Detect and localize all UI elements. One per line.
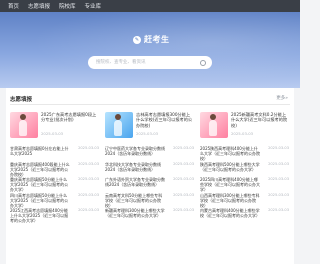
list-item[interactable]: 内蒙古高考理科400分能上哪些学校（近三年可以报考的公办大学） 2025-03-0… (200, 208, 289, 224)
item-title[interactable]: 2025陕西高考理科400分能上什么大学（近三年可以报考的公办院校） (200, 146, 260, 161)
item-title[interactable]: 四川高考志愿填报50分能上什么大学2025（近三年可以报考的公办大学） (10, 193, 70, 208)
item-date: 2025-03-03 (78, 208, 99, 212)
list-item[interactable]: 华北科技大学各专业录取分数线2024（含历年录取分数线） 2025-03-03 (105, 162, 194, 178)
item-title[interactable]: 新疆高考理科300分能上哪些大学（近三年可以报考的公办大学） (105, 208, 165, 218)
main-nav: 首页 志愿填报 院校库 专业库 (8, 0, 101, 12)
section-divider (10, 104, 290, 105)
item-title[interactable]: 云南高考文科50分能上哪些专科学校（近三年可以报考的公办院校） (105, 193, 165, 208)
item-title[interactable]: 内蒙古高考理科400分能上哪些学校（近三年可以报考的公办大学） (200, 208, 260, 218)
more-link[interactable]: 更多» (276, 95, 288, 101)
list-item[interactable]: 2025江西高考志愿填报400分能上什么大学2025（近三年可以报考的公办大学）… (10, 208, 99, 224)
item-title[interactable]: 重庆高考志愿填报50分能上什么大学2025（近三年可以报考的公办大学） (10, 177, 70, 192)
list-item[interactable]: 广东外语外贸大学各专业录取分数线2024（含历年录取分数线） 2025-03-03 (105, 177, 194, 193)
featured-title[interactable]: 吉林高考志愿填报300分能上什么学校(近三年可以报考的公办院校) (136, 112, 194, 128)
article-column: 2025新疆高考文科0.2分能上什么大学(近三年可以报考的院校) 2025-03… (200, 112, 289, 218)
item-date: 2025-03-03 (78, 161, 99, 166)
item-date: 2025-03-03 (268, 146, 289, 150)
search-bar[interactable]: 搜院校、查专业、看资讯 (88, 56, 212, 69)
top-nav-bar: 首页 志愿填报 院校库 专业库 (0, 0, 300, 12)
item-title[interactable]: 2025江西高考志愿填报400分能上什么大学2025（近三年可以报考的公办大学） (10, 208, 70, 223)
site-name: 赶考生 (144, 35, 170, 44)
section-title: 志愿填报 (10, 97, 33, 103)
nav-item-colleges[interactable]: 院校库 (59, 2, 76, 10)
item-date: 2025-03-03 (173, 208, 194, 212)
list-item[interactable]: 甘肃高考志愿填报0分左右能上什么大学2025 2025-03-03 (10, 146, 99, 162)
item-title[interactable]: 辽宁中医药大学各专业录取分数线2024（含历年录取分数线） (105, 146, 165, 156)
list-item[interactable]: 重庆高考志愿填报400段能上什么大学2025（近三年可以报考的公办院校） 2025… (10, 162, 99, 178)
content-card: 志愿填报 更多» 2025广东高考志愿填报0段上分专业(批次计划) 2025-0… (6, 88, 294, 264)
item-date: 2025-03-03 (173, 192, 194, 197)
list-item[interactable]: 四川高考志愿填报50分能上什么大学2025（近三年可以报考的公办大学） 2025-… (10, 193, 99, 209)
list-item[interactable]: 新疆高考理科300分能上哪些大学（近三年可以报考的公办大学） 2025-03-03 (105, 208, 194, 224)
featured-date: 2025-03-03 (231, 131, 254, 136)
featured-article[interactable]: 2025新疆高考文科0.2分能上什么大学(近三年可以报考的院校) 2025-03… (200, 112, 289, 138)
item-date: 2025-03-03 (78, 177, 99, 181)
item-title[interactable]: 陕西高考理科500分能上哪些大学（近三年可以报考的公办大学） (200, 162, 260, 172)
item-date: 2025-03-03 (268, 208, 289, 212)
nav-item-majors[interactable]: 专业库 (85, 2, 102, 10)
item-title[interactable]: 山西高考理科300分能上哪些专科学校（近三年可以报考的公办院校） (200, 193, 260, 208)
featured-title[interactable]: 2025广东高考志愿填报0段上分专业(批次计划) (41, 112, 99, 123)
list-item[interactable]: 山西高考理科300分能上哪些专科学校（近三年可以报考的公办院校） 2025-03-… (200, 193, 289, 209)
item-title[interactable]: 重庆高考志愿填报400段能上什么大学2025（近三年可以报考的公办院校） (10, 162, 70, 177)
article-thumbnail[interactable] (105, 112, 133, 138)
featured-article[interactable]: 2025广东高考志愿填报0段上分专业(批次计划) 2025-03-03 (10, 112, 99, 138)
article-list: 甘肃高考志愿填报0分左右能上什么大学2025 2025-03-03 重庆高考志愿填… (10, 146, 99, 224)
item-date: 2025-03-03 (173, 177, 194, 181)
item-title[interactable]: 华北科技大学各专业录取分数线2024（含历年录取分数线） (105, 162, 165, 172)
item-date: 2025-03-03 (268, 161, 289, 166)
article-list: 2025陕西高考理科400分能上什么大学（近三年可以报考的公办院校） 2025-0… (200, 146, 289, 224)
article-thumbnail[interactable] (10, 112, 38, 138)
featured-article[interactable]: 吉林高考志愿填报300分能上什么学校(近三年可以报考的公办院校) 2025-03… (105, 112, 194, 138)
list-item[interactable]: 重庆高考志愿填报50分能上什么大学2025（近三年可以报考的公办大学） 2025-… (10, 177, 99, 193)
item-title[interactable]: 2025四川高考理科400分能上哪些学校（近三年可以报考的公办大学） (200, 177, 260, 192)
item-date: 2025-03-03 (78, 146, 99, 150)
list-item[interactable]: 云南高考文科50分能上哪些专科学校（近三年可以报考的公办院校） 2025-03-0… (105, 193, 194, 209)
list-item[interactable]: 陕西高考理科500分能上哪些大学（近三年可以报考的公办大学） 2025-03-03 (200, 162, 289, 178)
article-thumbnail[interactable] (200, 112, 228, 138)
item-title[interactable]: 广东外语外贸大学各专业录取分数线2024（含历年录取分数线） (105, 177, 165, 187)
nav-item-home[interactable]: 首页 (8, 2, 19, 10)
item-date: 2025-03-03 (173, 146, 194, 150)
list-item[interactable]: 辽宁中医药大学各专业录取分数线2024（含历年录取分数线） 2025-03-03 (105, 146, 194, 162)
item-date: 2025-03-03 (268, 192, 289, 197)
featured-date: 2025-03-03 (136, 131, 159, 136)
item-title[interactable]: 甘肃高考志愿填报0分左右能上什么大学2025 (10, 146, 70, 156)
hero-banner: ✎ 赶考生 搜院校、查专业、看资讯 (0, 12, 300, 88)
nav-item-volunteer[interactable]: 志愿填报 (28, 2, 50, 10)
item-date: 2025-03-03 (268, 177, 289, 181)
list-item[interactable]: 2025陕西高考理科400分能上什么大学（近三年可以报考的公办院校） 2025-0… (200, 146, 289, 162)
featured-date: 2025-03-03 (41, 131, 64, 136)
article-list: 辽宁中医药大学各专业录取分数线2024（含历年录取分数线） 2025-03-03 … (105, 146, 194, 224)
list-item[interactable]: 2025四川高考理科400分能上哪些学校（近三年可以报考的公办大学） 2025-0… (200, 177, 289, 193)
article-column: 2025广东高考志愿填报0段上分专业(批次计划) 2025-03-03 甘肃高考… (10, 112, 99, 223)
article-column: 吉林高考志愿填报300分能上什么学校(近三年可以报考的公办院校) 2025-03… (105, 112, 194, 218)
item-date: 2025-03-03 (173, 161, 194, 166)
site-logo[interactable]: ✎ 赶考生 (133, 34, 170, 45)
logo-icon: ✎ (133, 35, 141, 44)
search-icon[interactable] (200, 60, 206, 66)
featured-title[interactable]: 2025新疆高考文科0.2分能上什么大学(近三年可以报考的院校) (231, 112, 289, 128)
search-input[interactable]: 搜院校、查专业、看资讯 (96, 56, 146, 69)
item-date: 2025-03-03 (78, 192, 99, 197)
